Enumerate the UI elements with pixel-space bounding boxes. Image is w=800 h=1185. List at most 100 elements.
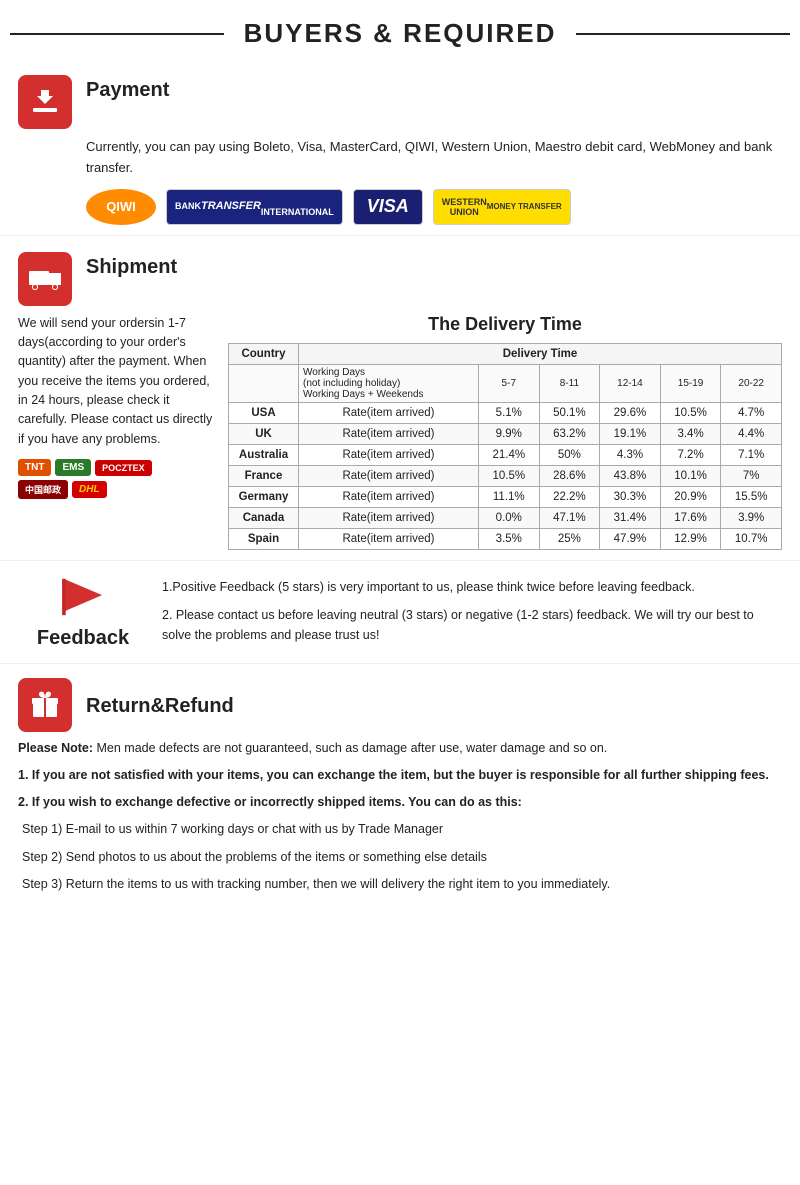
cell-v3: 30.3% <box>600 486 661 507</box>
cell-v1: 3.5% <box>478 528 539 549</box>
return-refund-section: Return&Refund Please Note: Men made defe… <box>0 664 800 916</box>
pocztex-badge: POCZTEX <box>95 460 152 476</box>
subheader-20-22: 20-22 <box>721 364 782 402</box>
return-step: Step 2) Send photos to us about the prob… <box>22 847 782 868</box>
cell-v1: 10.5% <box>478 465 539 486</box>
tnt-badge: TNT <box>18 459 51 476</box>
header-line-left <box>10 33 224 35</box>
return-point1: 1. If you are not satisfied with your it… <box>18 765 782 786</box>
cell-v2: 63.2% <box>539 423 600 444</box>
return-label: Return&Refund <box>86 695 234 718</box>
table-row: Germany Rate(item arrived) 11.1% 22.2% 3… <box>229 486 782 507</box>
visa-logo: VISA <box>353 189 423 225</box>
shipment-icon <box>27 263 63 295</box>
cell-v3: 47.9% <box>600 528 661 549</box>
subheader-15-19: 15-19 <box>660 364 721 402</box>
subheader-empty <box>229 364 299 402</box>
payment-description: Currently, you can pay using Boleto, Vis… <box>86 137 782 179</box>
payment-section: Payment Currently, you can pay using Bol… <box>0 59 800 236</box>
cell-v2: 50% <box>539 444 600 465</box>
cell-v5: 15.5% <box>721 486 782 507</box>
feedback-icon-area: Feedback <box>18 577 148 650</box>
return-steps: Step 1) E-mail to us within 7 working da… <box>22 819 782 895</box>
cell-country: UK <box>229 423 299 444</box>
cell-country: France <box>229 465 299 486</box>
cell-v5: 3.9% <box>721 507 782 528</box>
feedback-flag-icon <box>56 577 110 617</box>
feedback-point1: 1.Positive Feedback (5 stars) is very im… <box>162 577 782 597</box>
feedback-text: 1.Positive Feedback (5 stars) is very im… <box>162 577 782 653</box>
cell-rate-label: Rate(item arrived) <box>299 423 479 444</box>
return-text: Please Note: Men made defects are not gu… <box>18 738 782 896</box>
cell-rate-label: Rate(item arrived) <box>299 444 479 465</box>
delivery-title: The Delivery Time <box>228 314 782 335</box>
feedback-point2: 2. Please contact us before leaving neut… <box>162 605 782 645</box>
cell-v5: 4.4% <box>721 423 782 444</box>
col-country: Country <box>229 343 299 364</box>
payment-logos: QIWI BANK TRANSFERINTERNATIONAL VISA WES… <box>86 189 782 225</box>
table-row: France Rate(item arrived) 10.5% 28.6% 43… <box>229 465 782 486</box>
table-row: Australia Rate(item arrived) 21.4% 50% 4… <box>229 444 782 465</box>
cell-v1: 0.0% <box>478 507 539 528</box>
payment-icon-box <box>18 75 72 129</box>
western-union-logo: WESTERNUNIONMONEY TRANSFER <box>433 189 571 225</box>
feedback-section: Feedback 1.Positive Feedback (5 stars) i… <box>0 561 800 664</box>
table-row: Spain Rate(item arrived) 3.5% 25% 47.9% … <box>229 528 782 549</box>
payment-label: Payment <box>86 79 169 102</box>
header-line-right <box>576 33 790 35</box>
ems-badge: EMS <box>55 459 91 476</box>
shipment-label: Shipment <box>86 256 177 279</box>
cell-country: Canada <box>229 507 299 528</box>
cell-v1: 9.9% <box>478 423 539 444</box>
return-icon <box>29 689 61 721</box>
return-note-label: Please Note: <box>18 741 93 755</box>
cell-v4: 20.9% <box>660 486 721 507</box>
shipment-description: We will send your ordersin 1-7 days(acco… <box>18 314 218 450</box>
cell-rate-label: Rate(item arrived) <box>299 402 479 423</box>
cell-v3: 4.3% <box>600 444 661 465</box>
page-header: BUYERS & REQUIRED <box>0 0 800 59</box>
cell-v2: 25% <box>539 528 600 549</box>
shipment-left: We will send your ordersin 1-7 days(acco… <box>18 314 218 550</box>
subheader-8-11: 8-11 <box>539 364 600 402</box>
feedback-label: Feedback <box>37 627 129 650</box>
col-delivery-time: Delivery Time <box>299 343 782 364</box>
cell-rate-label: Rate(item arrived) <box>299 528 479 549</box>
table-row: UK Rate(item arrived) 9.9% 63.2% 19.1% 3… <box>229 423 782 444</box>
cell-v5: 4.7% <box>721 402 782 423</box>
shipment-section: Shipment We will send your ordersin 1-7 … <box>0 236 800 561</box>
page-title: BUYERS & REQUIRED <box>244 18 557 49</box>
delivery-table: Country Delivery Time Working Days(not i… <box>228 343 782 550</box>
cell-v2: 47.1% <box>539 507 600 528</box>
cell-v4: 17.6% <box>660 507 721 528</box>
cell-country: Australia <box>229 444 299 465</box>
cell-v4: 10.5% <box>660 402 721 423</box>
cell-v5: 7.1% <box>721 444 782 465</box>
payment-header: Payment <box>18 75 782 129</box>
cell-v3: 19.1% <box>600 423 661 444</box>
return-point2-label: 2. If you wish to exchange defective or … <box>18 792 782 813</box>
cell-v5: 7% <box>721 465 782 486</box>
cell-country: USA <box>229 402 299 423</box>
subheader-12-14: 12-14 <box>600 364 661 402</box>
shipment-icon-box <box>18 252 72 306</box>
carrier-logos: TNT EMS POCZTEX 中国邮政 DHL <box>18 459 218 499</box>
carrier-row-2: 中国邮政 DHL <box>18 480 218 499</box>
subheader-working-days: Working Days(not including holiday)Worki… <box>299 364 479 402</box>
cell-v3: 31.4% <box>600 507 661 528</box>
subheader-5-7: 5-7 <box>478 364 539 402</box>
cell-v1: 5.1% <box>478 402 539 423</box>
shipment-layout: We will send your ordersin 1-7 days(acco… <box>18 314 782 550</box>
return-step: Step 3) Return the items to us with trac… <box>22 874 782 895</box>
cell-rate-label: Rate(item arrived) <box>299 465 479 486</box>
bank-transfer-logo: BANK TRANSFERINTERNATIONAL <box>166 189 343 225</box>
carrier-row-1: TNT EMS POCZTEX <box>18 459 218 476</box>
return-icon-row: Return&Refund <box>18 678 782 732</box>
cell-v1: 21.4% <box>478 444 539 465</box>
cell-v5: 10.7% <box>721 528 782 549</box>
cell-v3: 29.6% <box>600 402 661 423</box>
cell-country: Germany <box>229 486 299 507</box>
shipment-header: Shipment <box>18 252 782 306</box>
cell-v1: 11.1% <box>478 486 539 507</box>
cell-v2: 22.2% <box>539 486 600 507</box>
